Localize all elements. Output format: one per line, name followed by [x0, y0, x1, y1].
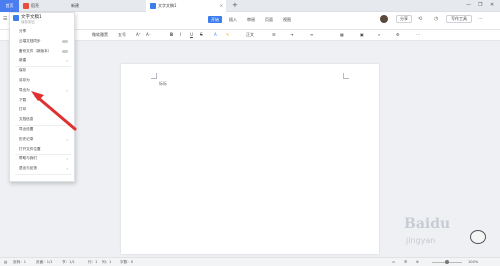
tool-icon[interactable]: ⚙: [396, 32, 400, 37]
menu-item-3[interactable]: 新建: [19, 58, 26, 63]
paragraph-style-select[interactable]: 正文: [246, 32, 254, 38]
ribbon-tab-insert[interactable]: 插入: [226, 16, 240, 23]
menu-doc-subtitle: 保存到云: [21, 20, 35, 24]
find-icon[interactable]: ⌕: [378, 32, 380, 37]
tab-home-label: 首页: [5, 3, 14, 8]
image-icon[interactable]: ▣: [360, 32, 364, 37]
highlight-icon[interactable]: ✎: [226, 32, 229, 37]
share-button[interactable]: 分享: [396, 15, 412, 23]
ribbon-tab-review[interactable]: 审阅: [244, 16, 258, 23]
collab-tools-button[interactable]: 写作工具: [446, 15, 472, 23]
history-icon[interactable]: ⟲: [418, 16, 422, 22]
menu-item-14[interactable]: 退出与反馈: [19, 166, 37, 171]
table-icon[interactable]: ▦: [340, 32, 344, 37]
indent-icon[interactable]: ⇥: [290, 32, 293, 37]
toggle-switch[interactable]: [62, 39, 68, 43]
status-bar: ▤ 页码：1 页面：1/1 节：1/1 行：1 列：1 字数：0 ▭ ☰ ⊕ 1…: [0, 257, 500, 266]
shrink-font-icon[interactable]: A⁻: [146, 32, 151, 37]
tab-document-label: 文字文稿1: [158, 3, 177, 8]
view-mode-icon[interactable]: ▭: [392, 260, 395, 264]
menu-header: 文字文稿1 保存到云: [10, 13, 76, 29]
chevron-right-icon: ›: [66, 156, 68, 162]
italic-button[interactable]: I: [180, 32, 181, 37]
tab-new-label: 新建: [71, 3, 79, 8]
menu-item-6[interactable]: 导出为: [19, 88, 30, 93]
tab-home[interactable]: 首页: [0, 0, 19, 12]
menu-item-0[interactable]: 分享: [19, 29, 26, 34]
web-mode-icon[interactable]: ⊕: [416, 260, 419, 264]
ribbon-tab-start[interactable]: 开始: [208, 16, 222, 23]
status-page: 页码：1: [13, 260, 27, 264]
underline-button[interactable]: U: [190, 32, 193, 37]
tab-wps[interactable]: 稻壳: [19, 0, 67, 12]
strike-button[interactable]: S: [200, 32, 203, 37]
menu-item-11[interactable]: 历史记录: [19, 137, 33, 142]
read-mode-icon[interactable]: ☰: [404, 260, 407, 264]
align-icon[interactable]: ≡: [310, 32, 313, 37]
menu-item-8[interactable]: 打印: [19, 107, 26, 112]
tab-new[interactable]: 新建: [67, 0, 118, 12]
status-section: 节：1/1: [62, 260, 75, 264]
clock-icon[interactable]: ◷: [434, 16, 438, 22]
ribbon-tab-view[interactable]: 视图: [280, 16, 294, 23]
bold-button[interactable]: B: [170, 32, 173, 37]
tab-document[interactable]: 文字文稿1 ✕: [146, 0, 226, 12]
watermark-subtext: jingyan: [406, 236, 436, 245]
maximize-button[interactable]: ❐: [478, 2, 482, 8]
chevron-right-icon: ›: [66, 87, 68, 93]
menu-divider: [15, 65, 71, 67]
menu-item-9[interactable]: 文档信息: [19, 117, 33, 122]
menu-icon[interactable]: ☰: [3, 16, 7, 22]
menu-item-5[interactable]: 另存为: [19, 78, 30, 83]
wps-icon: [23, 3, 29, 9]
more-icon[interactable]: ⋯: [478, 16, 483, 22]
menu-item-4[interactable]: 保存: [19, 68, 26, 73]
menu-divider: [15, 154, 71, 156]
menu-divider: [15, 124, 71, 126]
zoom-slider-handle[interactable]: [445, 260, 449, 264]
panda-icon: [470, 230, 486, 244]
status-col: 列：1: [102, 260, 112, 264]
toggle-switch[interactable]: [62, 49, 68, 53]
menu-item-1[interactable]: 云端文档同步: [19, 39, 41, 44]
new-tab-button[interactable]: +: [232, 1, 238, 9]
chevron-right-icon: ›: [66, 58, 68, 64]
document-icon: [150, 3, 156, 9]
chevron-right-icon: ›: [66, 136, 68, 142]
tab-bar: 首页 稻壳 新建 文字文稿1 ✕ + — ❐ ✕: [0, 0, 500, 12]
tab-wps-label: 稻壳: [31, 3, 39, 8]
margin-marker-right: [343, 73, 349, 79]
minimize-button[interactable]: —: [466, 2, 471, 8]
document-icon: [13, 15, 19, 21]
document-page[interactable]: 标标: [121, 64, 379, 254]
file-menu: 文字文稿1 保存到云 分享云端文档同步备份文件（新版本） 新建 › 保存另存为导出为 ›…: [9, 12, 75, 182]
menu-item-2[interactable]: 备份文件（新版本）: [19, 49, 51, 54]
menu-item-13[interactable]: 帮助与我们: [19, 156, 37, 161]
menu-divider: [15, 173, 71, 175]
menu-item-12[interactable]: 打开文件位置: [19, 147, 41, 152]
margin-marker-left: [151, 73, 157, 79]
status-pages: 页面：1/1: [36, 260, 53, 264]
status-row: 行：1: [88, 260, 98, 264]
watermark-text: Baidu: [404, 216, 451, 232]
document-placeholder[interactable]: 标标: [159, 81, 167, 87]
ribbon-tab-page[interactable]: 页面: [262, 16, 276, 23]
font-size-select[interactable]: 五号: [118, 32, 126, 38]
avatar[interactable]: [380, 15, 388, 23]
status-layout-icon[interactable]: ▤: [4, 260, 7, 264]
format-toolbar: 微软雅黑 五号 A⁺ A⁻ B I U S A ✎ 正文 ☰ ⇥ ≡ ▦ ▣ ⌕…: [0, 30, 500, 41]
grow-font-icon[interactable]: A⁺: [136, 32, 141, 37]
font-color-icon[interactable]: A: [214, 32, 217, 37]
close-window-button[interactable]: ✕: [490, 2, 494, 8]
status-words: 字数：0: [120, 260, 134, 264]
chevron-right-icon: ›: [66, 166, 68, 172]
menu-item-7[interactable]: 下载: [19, 98, 26, 103]
more-tools-icon[interactable]: ⋯: [416, 32, 420, 37]
watermark: Baidu jingyan: [384, 210, 494, 256]
font-family-select[interactable]: 微软雅黑: [92, 32, 108, 38]
close-icon[interactable]: ✕: [220, 3, 223, 8]
menu-item-10[interactable]: 导出设置: [19, 127, 33, 132]
list-icon[interactable]: ☰: [272, 32, 276, 37]
zoom-level[interactable]: 100%: [468, 260, 478, 264]
